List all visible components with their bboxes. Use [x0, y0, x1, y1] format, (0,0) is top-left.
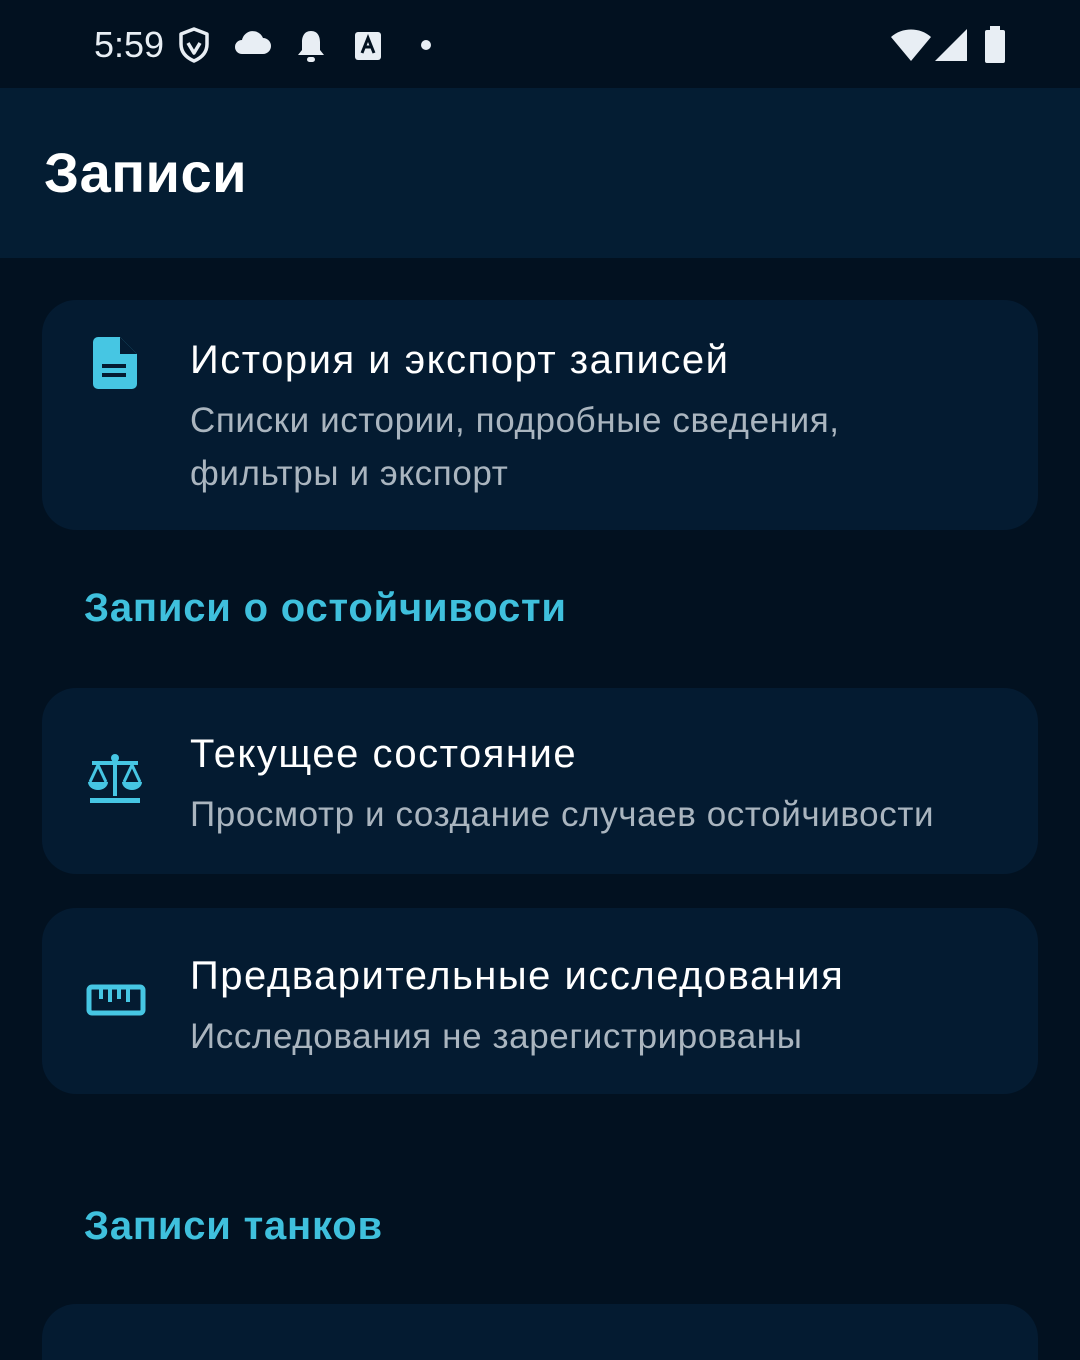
app-bar: Записи	[0, 88, 1080, 258]
history-export-subtitle: Списки истории, подробные сведения, филь…	[190, 401, 840, 493]
scales-icon	[88, 754, 142, 803]
document-icon	[93, 337, 137, 389]
current-state-card[interactable]: Текущее состояние Просмотр и создание сл…	[42, 688, 1038, 874]
page-title: Записи	[44, 141, 248, 204]
bell-icon	[298, 31, 324, 62]
status-time: 5:59	[94, 24, 165, 65]
cloud-icon	[235, 31, 271, 54]
current-state-title: Текущее состояние	[190, 732, 578, 776]
shield-icon	[179, 27, 209, 63]
dot-icon	[421, 40, 431, 50]
preliminary-studies-card[interactable]: Предварительные исследования Исследовани…	[42, 908, 1038, 1094]
battery-icon	[985, 26, 1005, 63]
preliminary-studies-title: Предварительные исследования	[190, 954, 845, 998]
keyboard-a-icon	[355, 32, 381, 60]
section-header-stability: Записи о остойчивости	[84, 586, 567, 630]
wifi-icon	[891, 29, 931, 61]
section-header-tanks: Записи танков	[84, 1204, 383, 1248]
preliminary-studies-subtitle: Исследования не зарегистрированы	[190, 1017, 803, 1056]
signal-icon	[935, 29, 967, 61]
status-bar: 5:59	[0, 0, 1080, 88]
history-export-title: История и экспорт записей	[190, 338, 730, 382]
ruler-icon	[86, 984, 146, 1016]
current-state-subtitle: Просмотр и создание случаев остойчивости	[190, 795, 935, 834]
tank-records-card[interactable]	[42, 1304, 1038, 1360]
history-export-card[interactable]: История и экспорт записей Списки истории…	[42, 300, 1038, 530]
